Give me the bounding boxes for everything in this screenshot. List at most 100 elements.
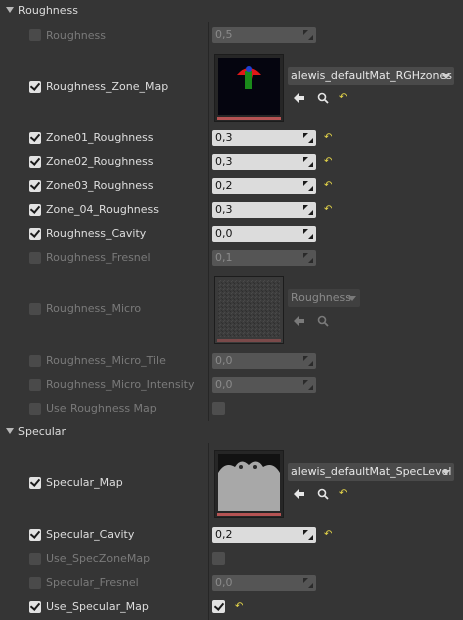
- search-icon[interactable]: [317, 92, 329, 104]
- reset-to-default-icon[interactable]: ↶: [339, 489, 349, 499]
- search-icon[interactable]: [317, 488, 329, 500]
- asset-name: alewis_defaultMat_SpecLevel: [291, 465, 452, 478]
- drag-handle-icon[interactable]: [303, 530, 313, 540]
- override-checkbox[interactable]: [29, 577, 41, 589]
- value-text: 0,3: [215, 131, 233, 144]
- texture-thumbnail[interactable]: [214, 54, 284, 122]
- chevron-down-icon: [442, 74, 450, 79]
- param-label: Roughness_Fresnel: [46, 251, 151, 264]
- drag-handle-icon[interactable]: [303, 30, 313, 40]
- value-checkbox[interactable]: [212, 552, 225, 565]
- drag-handle-icon[interactable]: [303, 578, 313, 588]
- param-label: Specular_Fresnel: [46, 576, 139, 589]
- collapse-arrow-icon[interactable]: [6, 428, 14, 434]
- override-checkbox[interactable]: [29, 477, 41, 489]
- value-text: 0,0: [215, 378, 233, 391]
- override-checkbox[interactable]: [29, 553, 41, 565]
- value-field[interactable]: 0,3: [212, 130, 316, 146]
- override-checkbox[interactable]: [29, 252, 41, 264]
- drag-handle-icon[interactable]: [303, 229, 313, 239]
- chevron-down-icon: [348, 296, 356, 301]
- collapse-arrow-icon[interactable]: [6, 7, 14, 13]
- override-checkbox[interactable]: [29, 29, 41, 41]
- asset-name: Roughness: [291, 291, 352, 304]
- override-checkbox[interactable]: [29, 355, 41, 367]
- section-header-roughness[interactable]: Roughness: [0, 0, 463, 22]
- value-text: 0,1: [215, 251, 233, 264]
- override-checkbox[interactable]: [29, 180, 41, 192]
- reset-to-default-icon[interactable]: ↶: [324, 530, 334, 540]
- override-checkbox[interactable]: [29, 529, 41, 541]
- override-checkbox[interactable]: [29, 303, 41, 315]
- reset-to-default-icon[interactable]: ↶: [324, 181, 334, 191]
- override-checkbox[interactable]: [29, 403, 41, 415]
- arrow-left-icon[interactable]: [293, 92, 305, 104]
- value-text: 0,2: [215, 528, 233, 541]
- override-checkbox[interactable]: [29, 81, 41, 93]
- override-checkbox[interactable]: [29, 228, 41, 240]
- reset-to-default-icon[interactable]: ↶: [235, 602, 245, 612]
- drag-handle-icon[interactable]: [303, 253, 313, 263]
- value-checkbox[interactable]: [212, 600, 225, 613]
- texture-preview: [218, 58, 280, 115]
- value-field[interactable]: 0,0: [212, 353, 316, 369]
- value-field[interactable]: 0,0: [212, 575, 316, 591]
- drag-handle-icon[interactable]: [303, 356, 313, 366]
- param-label: Roughness: [46, 29, 107, 42]
- reset-to-default-icon[interactable]: ↶: [339, 93, 349, 103]
- param-label: Use_Specular_Map: [46, 600, 149, 613]
- value-text: 0,5: [215, 28, 233, 41]
- override-checkbox[interactable]: [29, 601, 41, 613]
- texture-channel-bar: [217, 513, 281, 516]
- param-label: Roughness_Micro: [46, 302, 142, 315]
- texture-channel-bar: [217, 117, 281, 120]
- value-field[interactable]: 0,3: [212, 202, 316, 218]
- value-field[interactable]: 0,0: [212, 377, 316, 393]
- override-checkbox[interactable]: [29, 204, 41, 216]
- value-text: 0,3: [215, 203, 233, 216]
- value-field[interactable]: 0,5: [212, 27, 316, 43]
- asset-dropdown[interactable]: alewis_defaultMat_SpecLevel: [288, 463, 454, 481]
- drag-handle-icon[interactable]: [303, 380, 313, 390]
- column-divider: [208, 0, 209, 620]
- param-label: Roughness_Micro_Intensity: [46, 378, 195, 391]
- param-label: Use_SpecZoneMap: [46, 552, 151, 565]
- reset-to-default-icon[interactable]: ↶: [324, 157, 334, 167]
- drag-handle-icon[interactable]: [303, 133, 313, 143]
- value-field[interactable]: 0,2: [212, 527, 316, 543]
- texture-preview: [218, 454, 280, 511]
- texture-preview: [218, 280, 280, 337]
- override-checkbox[interactable]: [29, 379, 41, 391]
- section-header-specular[interactable]: Specular: [0, 421, 463, 443]
- value-field[interactable]: 0,3: [212, 154, 316, 170]
- param-label: Roughness_Micro_Tile: [46, 354, 166, 367]
- value-checkbox[interactable]: [212, 402, 225, 415]
- search-icon[interactable]: [317, 315, 329, 327]
- param-label: Zone02_Roughness: [46, 155, 154, 168]
- arrow-left-icon[interactable]: [293, 488, 305, 500]
- arrow-left-icon[interactable]: [293, 315, 305, 327]
- value-field[interactable]: 0,2: [212, 178, 316, 194]
- value-field[interactable]: 0,1: [212, 250, 316, 266]
- value-field[interactable]: 0,0: [212, 226, 316, 242]
- drag-handle-icon[interactable]: [303, 205, 313, 215]
- param-label: Zone03_Roughness: [46, 179, 154, 192]
- reset-to-default-icon[interactable]: ↶: [324, 133, 334, 143]
- section-title: Specular: [18, 425, 67, 438]
- asset-dropdown[interactable]: Roughness: [288, 289, 360, 307]
- param-label: Specular_Cavity: [46, 528, 135, 541]
- chevron-down-icon: [442, 470, 450, 475]
- reset-to-default-icon[interactable]: ↶: [324, 205, 334, 215]
- param-label: Roughness_Zone_Map: [46, 80, 169, 93]
- override-checkbox[interactable]: [29, 132, 41, 144]
- override-checkbox[interactable]: [29, 156, 41, 168]
- drag-handle-icon[interactable]: [303, 157, 313, 167]
- drag-handle-icon[interactable]: [303, 181, 313, 191]
- value-text: 0,2: [215, 179, 233, 192]
- value-text: 0,0: [215, 576, 233, 589]
- texture-thumbnail[interactable]: [214, 276, 284, 344]
- value-text: 0,0: [215, 227, 233, 240]
- value-text: 0,3: [215, 155, 233, 168]
- asset-dropdown[interactable]: alewis_defaultMat_RGHzones: [288, 67, 454, 85]
- texture-thumbnail[interactable]: [214, 450, 284, 518]
